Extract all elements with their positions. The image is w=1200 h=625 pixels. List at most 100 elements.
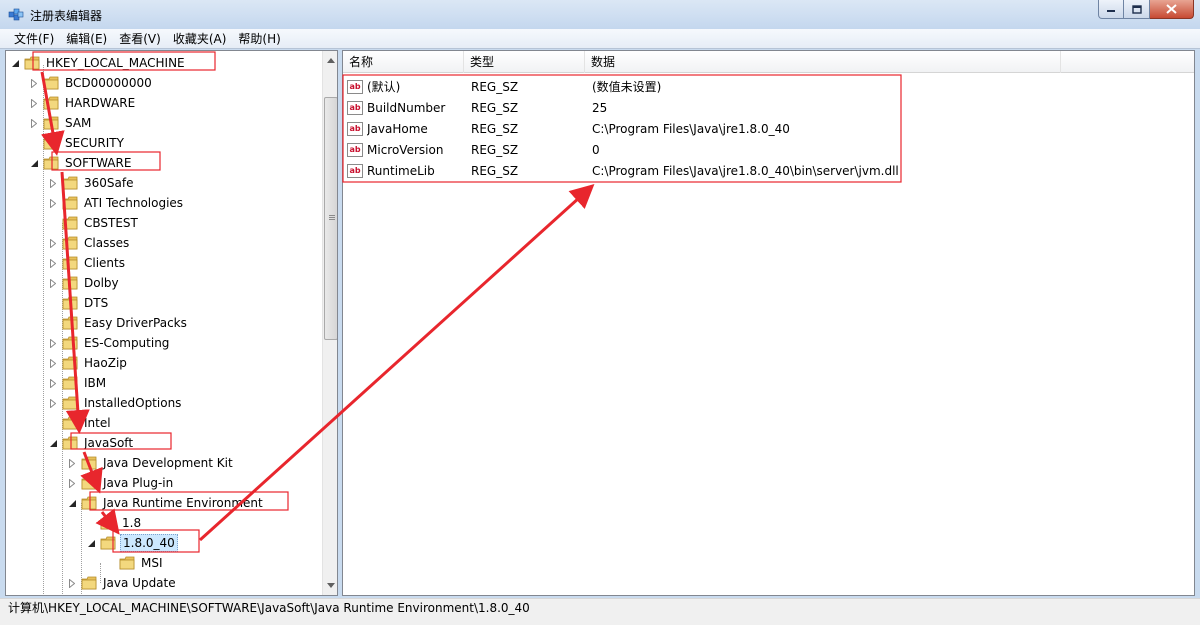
column-name[interactable]: 名称 xyxy=(343,51,464,73)
collapsed-triangle-icon[interactable] xyxy=(48,338,58,348)
tree-node[interactable]: Java Development Kit xyxy=(67,453,235,473)
tree-node[interactable]: ATI Technologies xyxy=(48,193,185,213)
tree-node[interactable]: HARDWARE xyxy=(29,93,137,113)
value-type: REG_SZ xyxy=(471,79,519,94)
tree-node-label[interactable]: BCD00000000 xyxy=(63,75,154,91)
values-list[interactable]: 名称 类型 数据 ab (默认) REG_SZ (数值未设置) ab BuildNumbe… xyxy=(342,50,1195,596)
value-row[interactable]: ab MicroVersion REG_SZ 0 xyxy=(347,139,1187,160)
tree-node-label[interactable]: Java Development Kit xyxy=(101,455,235,471)
menu-file[interactable]: 文件(F) xyxy=(8,29,60,48)
tree-node[interactable]: Java Plug-in xyxy=(67,473,175,493)
tree-node[interactable]: SAM xyxy=(29,113,93,133)
tree-node-label[interactable]: Dolby xyxy=(82,275,121,291)
tree-node[interactable]: MSI xyxy=(105,553,165,573)
collapsed-triangle-icon[interactable] xyxy=(29,98,39,108)
expanded-triangle-icon[interactable] xyxy=(67,498,77,508)
collapsed-triangle-icon[interactable] xyxy=(48,378,58,388)
tree-node-label[interactable]: CBSTEST xyxy=(82,215,140,231)
tree-node-label[interactable]: Intel xyxy=(82,415,113,431)
tree-vertical-scrollbar[interactable] xyxy=(322,51,337,595)
expanded-triangle-icon[interactable] xyxy=(86,538,96,548)
value-row[interactable]: ab RuntimeLib REG_SZ C:\Program Files\Java\… xyxy=(347,160,1187,181)
collapsed-triangle-icon[interactable] xyxy=(48,198,58,208)
expanded-triangle-icon[interactable] xyxy=(10,58,20,68)
tree-node[interactable]: Clients xyxy=(48,253,127,273)
scroll-down-button[interactable] xyxy=(323,577,337,594)
tree-node-label[interactable]: 1.8 xyxy=(120,515,143,531)
menu-view[interactable]: 查看(V) xyxy=(113,29,167,48)
collapsed-triangle-icon[interactable] xyxy=(29,78,39,88)
tree-node[interactable]: SOFTWARE xyxy=(29,153,133,173)
tree-node-label[interactable]: SAM xyxy=(63,115,93,131)
tree-node[interactable]: ES-Computing xyxy=(48,333,171,353)
menu-help[interactable]: 帮助(H) xyxy=(232,29,286,48)
column-data[interactable]: 数据 xyxy=(585,51,1061,73)
collapsed-triangle-icon[interactable] xyxy=(29,118,39,128)
scroll-thumb[interactable] xyxy=(324,97,337,340)
collapsed-triangle-icon[interactable] xyxy=(48,358,58,368)
close-button[interactable] xyxy=(1150,0,1194,19)
tree-node[interactable]: BCD00000000 xyxy=(29,73,154,93)
tree-node-label[interactable]: Java Plug-in xyxy=(101,475,175,491)
value-row[interactable]: ab JavaHome REG_SZ C:\Program Files\Java\jr… xyxy=(347,118,1187,139)
menu-edit[interactable]: 编辑(E) xyxy=(60,29,113,48)
expanded-triangle-icon[interactable] xyxy=(48,438,58,448)
tree-node[interactable]: 1.8 xyxy=(86,513,143,533)
tree-node[interactable]: HaoZip xyxy=(48,353,129,373)
tree-node-label[interactable]: InstalledOptions xyxy=(82,395,183,411)
expanded-triangle-icon[interactable] xyxy=(29,158,39,168)
tree-node-label[interactable]: JavaSoft xyxy=(82,435,135,451)
tree-node-label[interactable]: IBM xyxy=(82,375,108,391)
value-row[interactable]: ab BuildNumber REG_SZ 25 xyxy=(347,97,1187,118)
tree-node[interactable]: Classes xyxy=(48,233,131,253)
tree-node[interactable]: HKEY_LOCAL_MACHINE xyxy=(10,53,187,73)
tree-node-label[interactable]: Easy DriverPacks xyxy=(82,315,189,331)
string-value-icon: ab xyxy=(347,100,363,115)
maximize-button[interactable] xyxy=(1124,0,1150,19)
value-row[interactable]: ab (默认) REG_SZ (数值未设置) xyxy=(347,76,1187,97)
minimize-button[interactable] xyxy=(1098,0,1124,19)
tree-node-label[interactable]: Java Update xyxy=(101,575,178,591)
tree-node[interactable]: JavaSoft xyxy=(48,433,135,453)
tree-node-label[interactable]: HaoZip xyxy=(82,355,129,371)
column-type[interactable]: 类型 xyxy=(464,51,585,73)
tree-node-label[interactable]: Java Runtime Environment xyxy=(101,495,265,511)
scroll-up-button[interactable] xyxy=(323,52,337,69)
tree-node[interactable]: Dolby xyxy=(48,273,121,293)
registry-tree[interactable]: HKEY_LOCAL_MACHINE BCD00000000 HARDWARE SAM… xyxy=(5,50,338,596)
tree-node[interactable]: DTS xyxy=(48,293,110,313)
tree-node[interactable]: IBM xyxy=(48,373,108,393)
tree-node-label[interactable]: SOFTWARE xyxy=(63,155,133,171)
tree-node[interactable]: Intel xyxy=(48,413,113,433)
status-path: 计算机\HKEY_LOCAL_MACHINE\SOFTWARE\JavaSoft… xyxy=(8,601,530,615)
tree-node[interactable]: 1.8.0_40 xyxy=(86,533,178,553)
tree-node-label[interactable]: Clients xyxy=(82,255,127,271)
tree-node-label[interactable]: SECURITY xyxy=(63,135,126,151)
menu-favorites[interactable]: 收藏夹(A) xyxy=(167,29,233,48)
tree-node-label[interactable]: Classes xyxy=(82,235,131,251)
collapsed-triangle-icon[interactable] xyxy=(67,478,77,488)
tree-node[interactable]: Easy DriverPacks xyxy=(48,313,189,333)
tree-node[interactable]: InstalledOptions xyxy=(48,393,183,413)
tree-node-label[interactable]: HKEY_LOCAL_MACHINE xyxy=(44,55,187,71)
tree-node[interactable]: 360Safe xyxy=(48,173,135,193)
collapsed-triangle-icon[interactable] xyxy=(67,458,77,468)
collapsed-triangle-icon[interactable] xyxy=(67,578,77,588)
tree-node-label[interactable]: ES-Computing xyxy=(82,335,171,351)
tree-node-label[interactable]: DTS xyxy=(82,295,110,311)
tree-node[interactable]: Java Update xyxy=(67,573,178,593)
tree-node[interactable]: Java Runtime Environment xyxy=(67,493,265,513)
folder-icon xyxy=(62,296,78,310)
tree-node-label[interactable]: MSI xyxy=(139,555,165,571)
collapsed-triangle-icon[interactable] xyxy=(48,258,58,268)
collapsed-triangle-icon[interactable] xyxy=(48,278,58,288)
tree-node-label[interactable]: 1.8.0_40 xyxy=(120,534,178,552)
collapsed-triangle-icon[interactable] xyxy=(48,238,58,248)
tree-node[interactable]: SECURITY xyxy=(29,133,126,153)
tree-node-label[interactable]: ATI Technologies xyxy=(82,195,185,211)
collapsed-triangle-icon[interactable] xyxy=(48,398,58,408)
tree-node-label[interactable]: 360Safe xyxy=(82,175,135,191)
tree-node-label[interactable]: HARDWARE xyxy=(63,95,137,111)
collapsed-triangle-icon[interactable] xyxy=(48,178,58,188)
tree-node[interactable]: CBSTEST xyxy=(48,213,140,233)
